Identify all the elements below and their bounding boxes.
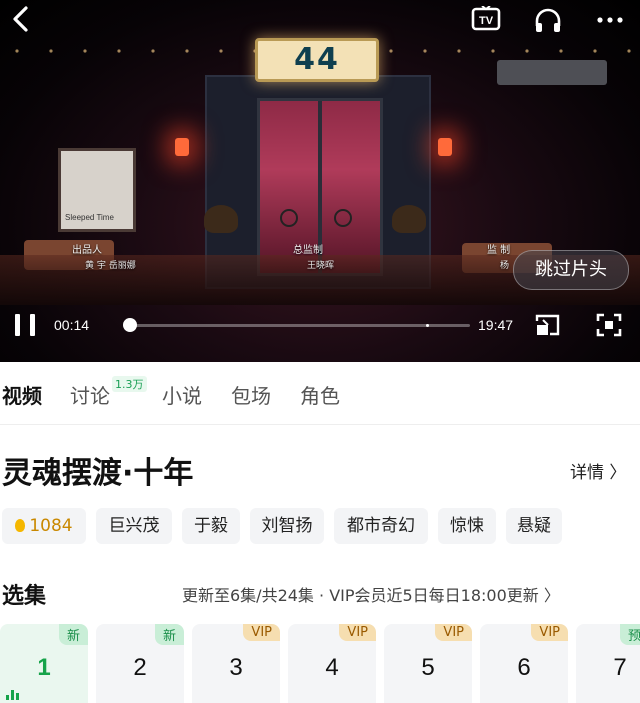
credit-producer-names: 黄 宇 岳丽娜 <box>85 261 136 271</box>
watermark-blur <box>497 60 607 85</box>
total-time: 19:47 <box>478 317 514 333</box>
episode-badge: VIP <box>243 624 280 641</box>
episode-1[interactable]: 新 1 <box>0 624 88 703</box>
tab-discussion[interactable]: 讨论 <box>70 380 110 409</box>
progress-thumb[interactable] <box>123 318 138 332</box>
headphones-icon[interactable] <box>532 6 564 34</box>
current-time: 00:14 <box>54 317 90 333</box>
episode-badge: 预 <box>620 624 640 645</box>
skip-intro-button[interactable]: 跳过片头 <box>513 250 629 290</box>
episode-number: 4 <box>325 654 339 681</box>
episode-number: 3 <box>229 654 243 681</box>
episode-number: 6 <box>517 654 531 681</box>
wall-lamp-right <box>438 138 452 156</box>
fullscreen-icon[interactable] <box>595 312 623 338</box>
episode-number: 7 <box>613 654 627 681</box>
credit-chief-name: 王晓晖 <box>307 261 335 271</box>
credit-right-name: 杨 <box>500 261 510 271</box>
episode-list: 新 1 新 2 VIP 3 VIP 4 VIP 5 VIP 6 预 7 <box>0 624 640 703</box>
episode-badge: VIP <box>531 624 568 641</box>
episode-number: 2 <box>133 654 147 681</box>
svg-text:TV: TV <box>479 15 494 27</box>
episodes-heading: 选集 <box>2 584 47 609</box>
tab-video[interactable]: 视频 <box>2 380 42 409</box>
shop-sign: 44 <box>255 38 379 82</box>
details-link[interactable]: 详情 〉 <box>570 458 626 483</box>
tab-novel[interactable]: 小说 <box>162 380 202 409</box>
episodes-update-info[interactable]: 更新至6集/共24集 · VIP会员近5日每日18:00更新 〉 <box>182 582 560 606</box>
episode-4[interactable]: VIP 4 <box>288 624 376 703</box>
pip-icon[interactable] <box>534 312 562 338</box>
playing-icon <box>6 688 20 700</box>
tag-row: 1084 巨兴茂 于毅 刘智扬 都市奇幻 惊悚 悬疑 <box>2 508 640 544</box>
back-icon[interactable] <box>6 2 40 36</box>
episode-badge: VIP <box>339 624 376 641</box>
tag-actor[interactable]: 于毅 <box>182 508 240 544</box>
video-player[interactable]: 44 Sleeped Time 出品人 黄 宇 岳丽娜 总监制 王晓晖 监 制 … <box>0 0 640 362</box>
tab-private-screening[interactable]: 包场 <box>231 380 271 409</box>
tab-characters[interactable]: 角色 <box>300 380 340 409</box>
heat-tag[interactable]: 1084 <box>2 508 86 544</box>
credit-right-role: 监 制 <box>487 245 511 256</box>
player-controls: 00:14 19:47 <box>0 306 640 346</box>
episode-5[interactable]: VIP 5 <box>384 624 472 703</box>
episode-3[interactable]: VIP 3 <box>192 624 280 703</box>
wall-poster: Sleeped Time <box>58 148 136 232</box>
tv-cast-icon[interactable]: TV <box>470 5 502 34</box>
discussion-count-badge: 1.3万 <box>112 376 147 392</box>
episode-badge: VIP <box>435 624 472 641</box>
wall-lamp-left <box>175 138 189 156</box>
episode-number: 5 <box>421 654 435 681</box>
progress-tick <box>426 324 429 327</box>
show-title: 灵魂摆渡·十年 <box>2 456 194 491</box>
credit-chief-role: 总监制 <box>293 245 323 256</box>
tag-actor[interactable]: 巨兴茂 <box>96 508 172 544</box>
tag-genre[interactable]: 悬疑 <box>506 508 562 544</box>
episode-badge: 新 <box>58 624 88 645</box>
episode-6[interactable]: VIP 6 <box>480 624 568 703</box>
plant-left <box>204 205 238 233</box>
tag-genre[interactable]: 都市奇幻 <box>334 508 428 544</box>
flame-icon <box>15 519 26 532</box>
more-icon[interactable] <box>594 6 626 34</box>
episode-badge: 新 <box>154 624 184 645</box>
content-tabs: 视频 讨论 1.3万 小说 包场 角色 <box>0 362 640 425</box>
credit-producer-role: 出品人 <box>72 245 102 256</box>
episode-2[interactable]: 新 2 <box>96 624 184 703</box>
plant-right <box>392 205 426 233</box>
tag-genre[interactable]: 惊悚 <box>438 508 496 544</box>
tag-actor[interactable]: 刘智扬 <box>250 508 324 544</box>
progress-bar[interactable] <box>123 318 470 332</box>
episode-7[interactable]: 预 7 <box>576 624 640 703</box>
pause-icon[interactable] <box>14 314 38 336</box>
episode-number: 1 <box>37 654 51 681</box>
